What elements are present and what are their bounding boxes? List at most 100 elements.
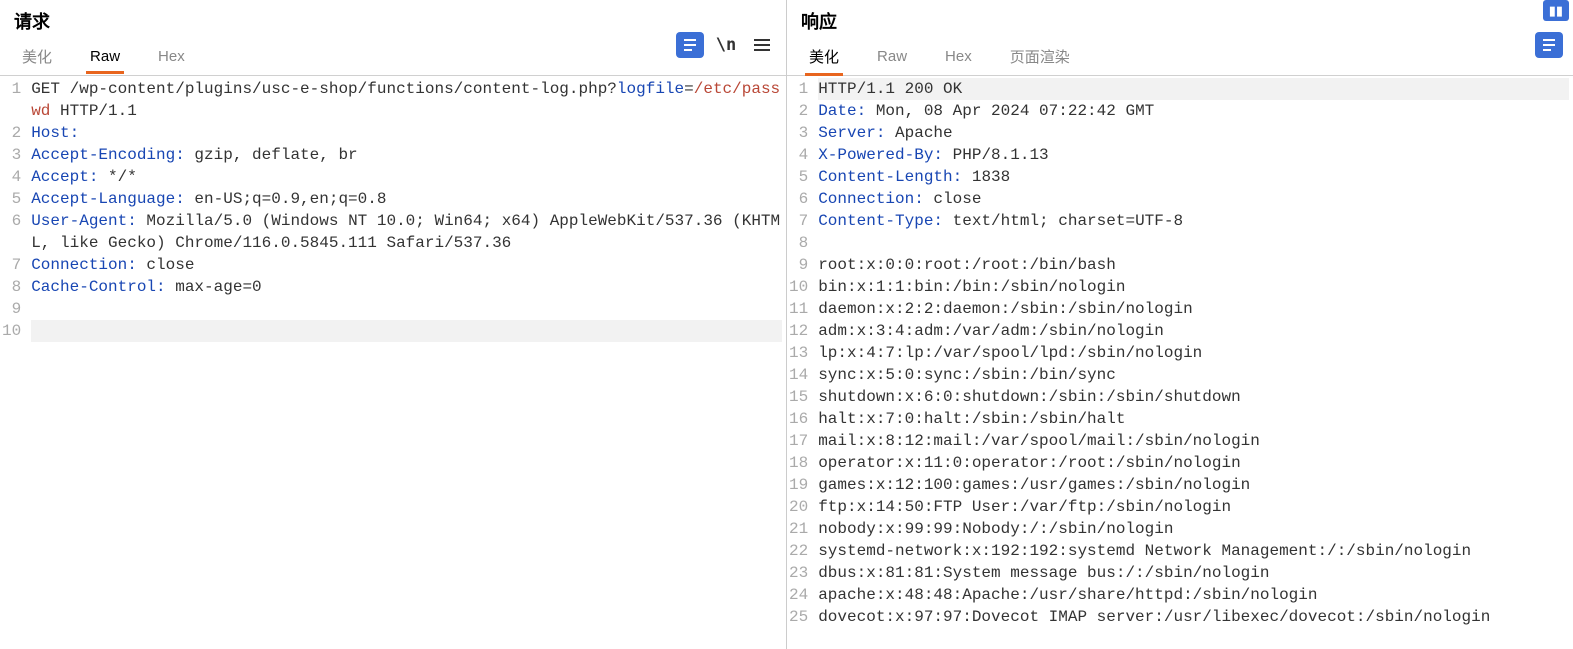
list-icon — [682, 38, 698, 52]
response-gutter: 1234567891011121314151617181920212223242… — [787, 76, 814, 649]
code-line[interactable]: sync:x:5:0:sync:/sbin:/bin/sync — [818, 364, 1569, 386]
tab-response-raw[interactable]: Raw — [873, 42, 911, 73]
code-line[interactable]: GET /wp-content/plugins/usc-e-shop/funct… — [31, 78, 782, 122]
request-tabs: 美化 Raw Hex \n — [0, 36, 786, 76]
line-number: 9 — [789, 254, 808, 276]
response-title: 响应 — [797, 6, 841, 36]
code-line[interactable]: Accept: */* — [31, 166, 782, 188]
line-number: 17 — [789, 430, 808, 452]
request-menu-button[interactable] — [748, 32, 776, 58]
code-line[interactable]: User-Agent: Mozilla/5.0 (Windows NT 10.0… — [31, 210, 782, 254]
line-number: 20 — [789, 496, 808, 518]
line-number: 12 — [789, 320, 808, 342]
request-gutter: 12345678910 — [0, 76, 27, 649]
line-number: 10 — [789, 276, 808, 298]
tab-response-pretty[interactable]: 美化 — [805, 40, 843, 75]
code-line[interactable]: root:x:0:0:root:/root:/bin/bash — [818, 254, 1569, 276]
line-number: 8 — [789, 232, 808, 254]
code-line[interactable] — [31, 320, 782, 342]
line-number: 7 — [2, 254, 21, 276]
response-panel: 响应 美化 Raw Hex 页面渲染 123456789101112131415… — [787, 0, 1573, 649]
code-line[interactable]: adm:x:3:4:adm:/var/adm:/sbin/nologin — [818, 320, 1569, 342]
request-wrap-button[interactable]: \n — [712, 32, 740, 58]
code-line[interactable]: lp:x:4:7:lp:/var/spool/lpd:/sbin/nologin — [818, 342, 1569, 364]
code-line[interactable]: mail:x:8:12:mail:/var/spool/mail:/sbin/n… — [818, 430, 1569, 452]
line-number: 1 — [2, 78, 21, 122]
line-number: 22 — [789, 540, 808, 562]
columns-icon: ▮▮ — [1543, 0, 1569, 21]
line-number: 25 — [789, 606, 808, 628]
code-line[interactable]: dovecot:x:97:97:Dovecot IMAP server:/usr… — [818, 606, 1569, 628]
hamburger-icon — [754, 39, 770, 51]
code-line[interactable]: Date: Mon, 08 Apr 2024 07:22:42 GMT — [818, 100, 1569, 122]
split-container: 请求 美化 Raw Hex \n 12345678910 GET /wp-con… — [0, 0, 1573, 649]
code-line[interactable]: bin:x:1:1:bin:/bin:/sbin/nologin — [818, 276, 1569, 298]
request-actions-button[interactable] — [676, 32, 704, 58]
request-title: 请求 — [10, 6, 54, 36]
code-line[interactable] — [31, 298, 782, 320]
line-number: 10 — [2, 320, 21, 342]
request-code[interactable]: GET /wp-content/plugins/usc-e-shop/funct… — [27, 76, 786, 649]
code-line[interactable]: Content-Type: text/html; charset=UTF-8 — [818, 210, 1569, 232]
line-number: 11 — [789, 298, 808, 320]
code-line[interactable]: systemd-network:x:192:192:systemd Networ… — [818, 540, 1569, 562]
code-line[interactable]: Server: Apache — [818, 122, 1569, 144]
code-line[interactable]: Host: — [31, 122, 782, 144]
line-number: 19 — [789, 474, 808, 496]
tab-request-pretty[interactable]: 美化 — [18, 40, 56, 75]
code-line[interactable]: Connection: close — [818, 188, 1569, 210]
code-line[interactable]: Content-Length: 1838 — [818, 166, 1569, 188]
code-line[interactable]: shutdown:x:6:0:shutdown:/sbin:/sbin/shut… — [818, 386, 1569, 408]
line-number: 18 — [789, 452, 808, 474]
line-number: 24 — [789, 584, 808, 606]
tab-response-hex[interactable]: Hex — [941, 42, 976, 73]
code-line[interactable] — [818, 232, 1569, 254]
code-line[interactable]: dbus:x:81:81:System message bus:/:/sbin/… — [818, 562, 1569, 584]
line-number: 8 — [2, 276, 21, 298]
tab-request-hex[interactable]: Hex — [154, 42, 189, 73]
code-line[interactable]: apache:x:48:48:Apache:/usr/share/httpd:/… — [818, 584, 1569, 606]
list-icon — [1541, 38, 1557, 52]
line-number: 5 — [2, 188, 21, 210]
line-number: 4 — [789, 144, 808, 166]
code-line[interactable]: daemon:x:2:2:daemon:/sbin:/sbin/nologin — [818, 298, 1569, 320]
code-line[interactable]: Cache-Control: max-age=0 — [31, 276, 782, 298]
newline-icon: \n — [716, 35, 736, 55]
code-line[interactable]: Accept-Encoding: gzip, deflate, br — [31, 144, 782, 166]
line-number: 2 — [789, 100, 808, 122]
response-actions-button[interactable] — [1535, 32, 1563, 58]
response-tabs: 美化 Raw Hex 页面渲染 — [787, 36, 1573, 76]
request-editor[interactable]: 12345678910 GET /wp-content/plugins/usc-… — [0, 76, 786, 649]
code-line[interactable]: ftp:x:14:50:FTP User:/var/ftp:/sbin/nolo… — [818, 496, 1569, 518]
response-editor[interactable]: 1234567891011121314151617181920212223242… — [787, 76, 1573, 649]
tab-response-render[interactable]: 页面渲染 — [1006, 40, 1074, 75]
code-line[interactable]: operator:x:11:0:operator:/root:/sbin/nol… — [818, 452, 1569, 474]
line-number: 2 — [2, 122, 21, 144]
line-number: 3 — [2, 144, 21, 166]
request-panel: 请求 美化 Raw Hex \n 12345678910 GET /wp-con… — [0, 0, 787, 649]
line-number: 13 — [789, 342, 808, 364]
line-number: 6 — [789, 188, 808, 210]
code-line[interactable]: halt:x:7:0:halt:/sbin:/sbin/halt — [818, 408, 1569, 430]
code-line[interactable]: Connection: close — [31, 254, 782, 276]
line-number: 9 — [2, 298, 21, 320]
line-number: 5 — [789, 166, 808, 188]
code-line[interactable]: X-Powered-By: PHP/8.1.13 — [818, 144, 1569, 166]
response-header: 响应 — [787, 0, 1573, 36]
line-number: 3 — [789, 122, 808, 144]
line-number: 21 — [789, 518, 808, 540]
layout-toggle-button[interactable]: ▮▮ — [1543, 2, 1569, 19]
code-line[interactable]: Accept-Language: en-US;q=0.9,en;q=0.8 — [31, 188, 782, 210]
tab-request-raw[interactable]: Raw — [86, 42, 124, 73]
line-number: 6 — [2, 210, 21, 254]
line-number: 7 — [789, 210, 808, 232]
code-line[interactable]: nobody:x:99:99:Nobody:/:/sbin/nologin — [818, 518, 1569, 540]
response-code[interactable]: HTTP/1.1 200 OKDate: Mon, 08 Apr 2024 07… — [814, 76, 1573, 649]
line-number: 23 — [789, 562, 808, 584]
code-line[interactable]: games:x:12:100:games:/usr/games:/sbin/no… — [818, 474, 1569, 496]
code-line[interactable]: HTTP/1.1 200 OK — [818, 78, 1569, 100]
line-number: 14 — [789, 364, 808, 386]
line-number: 4 — [2, 166, 21, 188]
line-number: 16 — [789, 408, 808, 430]
line-number: 1 — [789, 78, 808, 100]
